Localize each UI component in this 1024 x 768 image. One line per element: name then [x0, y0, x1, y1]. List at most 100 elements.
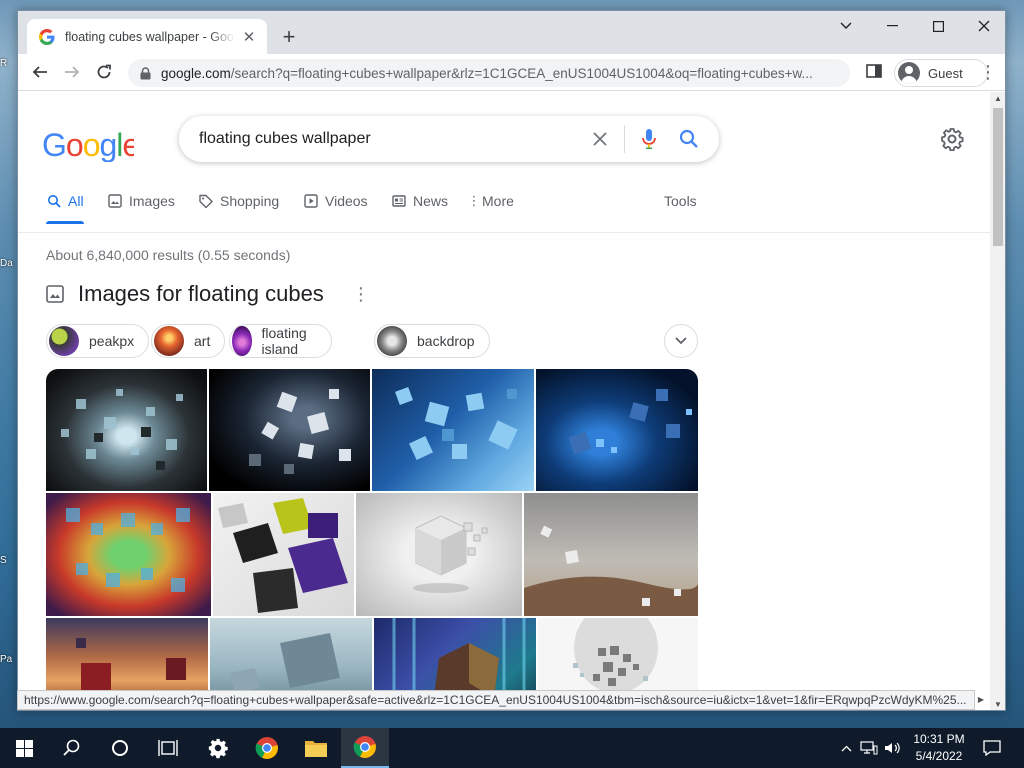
close-tab-icon[interactable]: ✕ [241, 29, 257, 46]
chips-expand-button[interactable] [664, 324, 698, 358]
image-result[interactable] [209, 369, 370, 491]
image-results-grid [46, 369, 698, 710]
close-window-button[interactable] [961, 11, 1005, 41]
more-vert-icon[interactable]: ⋮ [352, 284, 370, 305]
chip-label: art [194, 333, 211, 349]
chip-floating-island[interactable]: floating island [229, 324, 333, 358]
image-result[interactable] [536, 369, 698, 491]
svg-text:Google: Google [42, 130, 134, 162]
address-bar[interactable]: google.com/search?q=floating+cubes+wallp… [128, 59, 850, 87]
minimize-button[interactable] [869, 11, 915, 41]
tools-button[interactable]: Tools [664, 188, 697, 224]
tab-label: More [482, 193, 514, 209]
google-favicon-icon [39, 28, 55, 45]
clock-time: 10:31 PM [913, 732, 965, 746]
chip-thumbnail [49, 326, 79, 356]
tab-videos[interactable]: Videos [303, 188, 368, 224]
tab-images[interactable]: Images [107, 188, 175, 224]
scroll-right-arrow-icon[interactable]: ▶ [975, 691, 987, 709]
cortana-button[interactable] [96, 728, 144, 768]
browser-window: floating cubes wallpaper - Google Search… [17, 10, 1006, 711]
tab-label: News [413, 193, 449, 209]
tab-label: Videos [325, 193, 368, 209]
scroll-down-arrow-icon[interactable]: ▼ [990, 698, 1005, 710]
volume-icon[interactable] [882, 728, 904, 768]
image-icon [46, 285, 64, 303]
clock-date: 5/4/2022 [915, 749, 963, 763]
chip-label: backdrop [417, 333, 475, 349]
tab-label: Shopping [220, 193, 280, 209]
chip-peakpx[interactable]: peakpx [46, 324, 150, 358]
maximize-button[interactable] [915, 11, 961, 41]
folder-icon [305, 741, 327, 757]
browser-tab[interactable]: floating cubes wallpaper - Google Search… [27, 19, 267, 54]
chip-art[interactable]: art [151, 324, 226, 358]
result-stats: About 6,840,000 results (0.55 seconds) [46, 247, 291, 263]
desktop-icon-label: Pa [0, 654, 13, 665]
tab-all[interactable]: All [46, 188, 84, 224]
windows-logo-icon [15, 739, 33, 757]
search-icon [46, 193, 62, 209]
chrome-icon [255, 737, 278, 759]
browser-menu-icon[interactable]: ⋮ [978, 62, 998, 82]
start-button[interactable] [0, 728, 48, 768]
search-button[interactable] [48, 728, 96, 768]
chip-label: floating island [261, 325, 307, 357]
tab-shopping[interactable]: Shopping [198, 188, 279, 224]
microphone-icon[interactable] [637, 127, 661, 151]
chip-thumbnail [232, 326, 252, 356]
search-nav-tabs: All Images Shopping Videos News ⋮ More T… [46, 188, 736, 224]
desktop-icon-label: S [0, 555, 7, 566]
system-clock[interactable]: 10:31 PM 5/4/2022 [904, 731, 974, 765]
new-tab-button[interactable]: + [276, 24, 302, 50]
chip-backdrop[interactable]: backdrop [374, 324, 490, 358]
chrome-app-button[interactable] [243, 728, 291, 768]
search-input[interactable]: floating cubes wallpaper [199, 130, 588, 148]
chrome-active-app-button[interactable] [341, 728, 389, 768]
task-view-button[interactable] [144, 728, 192, 768]
guest-avatar-icon [898, 62, 920, 84]
google-logo[interactable]: Google [42, 127, 140, 170]
gear-icon[interactable] [940, 127, 964, 152]
cortana-circle-icon [112, 740, 128, 756]
tray-overflow-chevron-icon[interactable] [836, 728, 856, 768]
url-domain: google.com [161, 65, 231, 81]
image-result[interactable] [46, 369, 207, 491]
gear-icon [208, 738, 228, 759]
tab-news[interactable]: News [391, 188, 448, 224]
image-result[interactable] [356, 493, 522, 616]
scrollbar-thumb[interactable] [993, 108, 1003, 246]
more-vert-icon: ⋮ [467, 193, 481, 208]
network-icon[interactable] [858, 728, 880, 768]
profile-button[interactable]: Guest [894, 59, 988, 87]
chip-label: peakpx [89, 333, 135, 349]
tab-search-chevron-icon[interactable] [823, 11, 869, 41]
file-explorer-button[interactable] [292, 728, 340, 768]
clear-icon[interactable] [588, 127, 612, 151]
chevron-down-icon [675, 337, 687, 345]
image-result[interactable] [524, 493, 698, 616]
notification-center-icon[interactable] [978, 728, 1006, 768]
settings-app-button[interactable] [194, 728, 242, 768]
images-section-title[interactable]: Images for floating cubes [78, 281, 324, 307]
vertical-scrollbar[interactable]: ▲ ▼ [990, 92, 1005, 710]
back-button[interactable] [26, 58, 54, 86]
tab-strip: floating cubes wallpaper - Google Search… [18, 11, 1005, 54]
search-icon [63, 739, 80, 756]
search-icon[interactable] [677, 127, 701, 151]
image-result[interactable] [372, 369, 534, 491]
side-panel-icon[interactable] [866, 63, 884, 81]
task-view-icon [158, 740, 178, 756]
tab-more[interactable]: ⋮ More [467, 188, 514, 224]
tab-label: All [68, 193, 84, 209]
forward-button[interactable] [58, 58, 86, 86]
reload-button[interactable] [90, 58, 118, 86]
image-result[interactable] [213, 493, 354, 616]
image-result[interactable] [46, 493, 211, 616]
lock-icon[interactable] [140, 66, 152, 80]
address-url: google.com/search?q=floating+cubes+wallp… [161, 66, 813, 81]
search-box[interactable]: floating cubes wallpaper [179, 116, 719, 162]
tag-icon [198, 193, 214, 209]
link-status-bar: https://www.google.com/search?q=floating… [17, 690, 975, 710]
scroll-up-arrow-icon[interactable]: ▲ [990, 92, 1005, 106]
